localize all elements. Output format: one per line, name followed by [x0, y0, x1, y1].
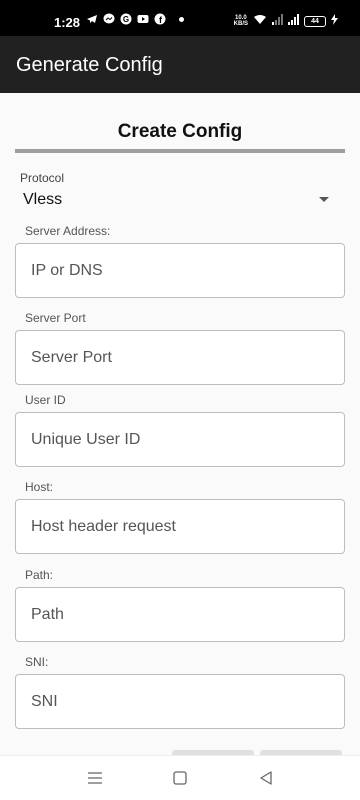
host-label: Host: [25, 480, 54, 494]
page-title: Create Config [117, 121, 243, 142]
path-input[interactable] [16, 588, 344, 641]
sni-input[interactable] [16, 675, 344, 728]
heading-divider [15, 149, 345, 153]
messenger-icon [103, 13, 115, 25]
google-icon: G [120, 13, 132, 25]
notification-dot-icon [179, 16, 184, 22]
menu-icon[interactable] [86, 769, 104, 787]
sni-label: SNI: [25, 655, 49, 669]
server-address-field [15, 243, 345, 298]
user-id-field [15, 412, 345, 467]
system-nav-bar [0, 755, 360, 800]
server-port-label: Server Port [25, 311, 86, 325]
youtube-icon [137, 13, 149, 25]
server-port-field [15, 330, 345, 385]
home-icon[interactable] [171, 769, 189, 787]
status-bar: 1:28 G f 10.0 KB/S 44 [0, 0, 360, 36]
user-id-input[interactable] [16, 413, 344, 466]
user-id-label: User ID [25, 393, 66, 407]
back-icon[interactable] [257, 769, 275, 787]
battery-icon: 44 [304, 15, 326, 27]
protocol-label: Protocol [20, 171, 65, 185]
path-field [15, 587, 345, 642]
facebook-icon: f [154, 13, 166, 25]
app-title: Generate Config [16, 54, 163, 76]
app-bar: Generate Config [0, 36, 360, 93]
protocol-dropdown[interactable]: Vless [15, 188, 345, 212]
status-app-icons: G f [86, 13, 184, 25]
sni-field [15, 674, 345, 729]
telegram-icon [86, 13, 98, 25]
signal-2-icon [288, 12, 299, 30]
dropdown-arrow-icon [319, 197, 329, 202]
protocol-selected-value: Vless [23, 191, 63, 208]
server-address-input[interactable] [16, 244, 344, 297]
host-input[interactable] [16, 500, 344, 553]
charging-icon [331, 12, 338, 30]
status-indicators: 10.0 KB/S 44 [234, 12, 338, 30]
status-time: 1:28 [54, 15, 81, 30]
path-label: Path: [25, 568, 54, 582]
server-port-input[interactable] [16, 331, 344, 384]
svg-text:G: G [123, 15, 129, 24]
network-speed: 10.0 KB/S [233, 15, 248, 27]
config-form: Create Config Protocol Vless Server Addr… [0, 93, 360, 756]
wifi-icon [253, 12, 267, 30]
server-address-label: Server Address: [25, 224, 111, 238]
host-field [15, 499, 345, 554]
signal-1-icon [272, 12, 283, 30]
